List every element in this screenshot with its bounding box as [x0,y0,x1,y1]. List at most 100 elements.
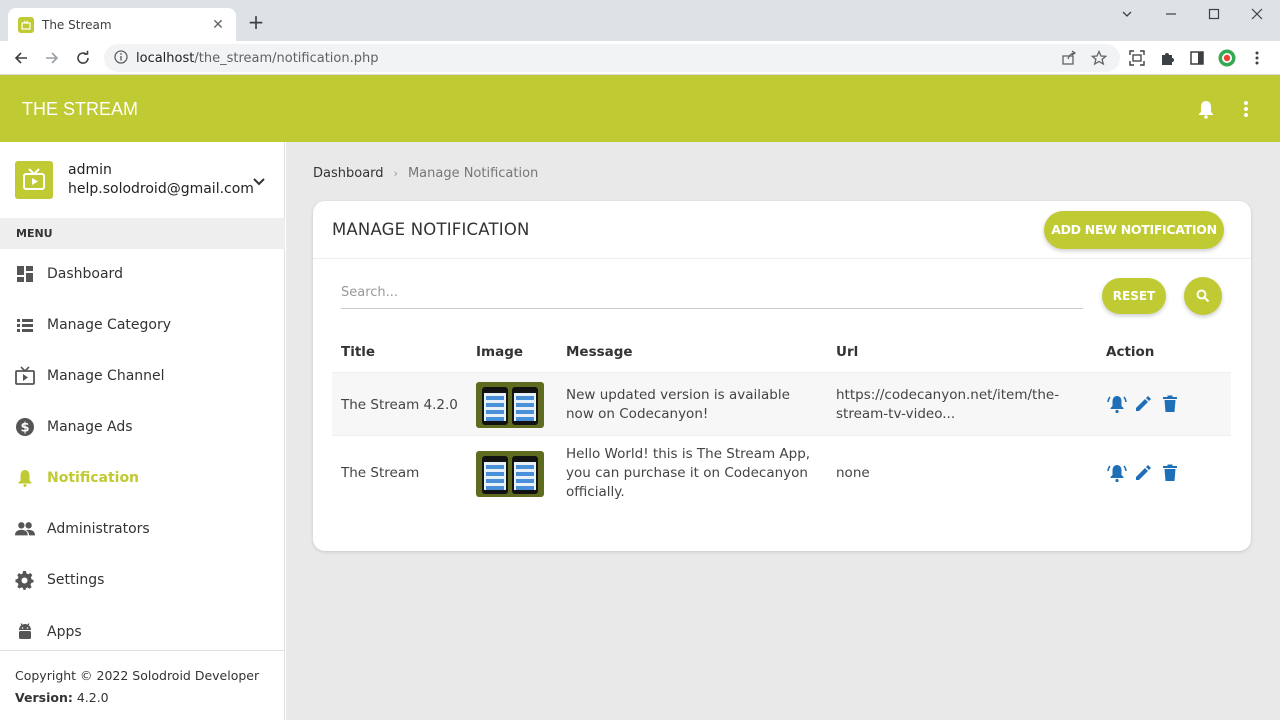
share-icon[interactable] [1060,49,1078,67]
url-path: /the_stream/notification.php [194,50,379,66]
divider [313,258,1251,259]
table-row: The Stream 4.2.0 New updated version is … [332,372,1231,436]
info-icon[interactable] [114,49,128,68]
notification-bell-icon[interactable] [1196,99,1216,119]
menu-header: MENU [0,218,285,249]
tv-icon [15,366,35,386]
profile-icon[interactable] [1218,49,1236,67]
notification-image [476,451,544,497]
row-message: Hello World! this is The Stream App, you… [566,446,811,500]
sidebar-item-label: Manage Ads [47,419,133,435]
breadcrumb-separator-icon: › [393,167,398,180]
search-button[interactable] [1184,277,1222,315]
send-notification-icon[interactable] [1106,462,1128,484]
table-row: The Stream Hello World! this is The Stre… [332,442,1231,506]
sidebar-item-dashboard[interactable]: Dashboard [0,254,285,294]
row-url: none [836,465,870,481]
list-icon [15,315,35,335]
edit-icon[interactable] [1132,462,1154,484]
android-icon [15,622,35,642]
bookmark-star-icon[interactable] [1090,49,1108,67]
sidebar-item-manage-category[interactable]: Manage Category [0,305,285,345]
svg-text:$: $ [20,421,29,436]
people-icon [15,519,35,539]
sidebar-item-manage-ads[interactable]: $ Manage Ads [0,407,285,447]
close-window-icon[interactable] [1247,8,1267,24]
edit-icon[interactable] [1132,393,1154,415]
breadcrumb-home[interactable]: Dashboard [313,166,384,181]
row-title: The Stream 4.2.0 [341,397,458,413]
user-name: admin [68,162,112,178]
user-info: admin help.solodroid@gmail.com [0,142,285,218]
sidebar-footer: Copyright © 2022 Solodroid Developer Ver… [0,650,285,720]
tv-avatar-icon [15,161,53,199]
notification-card: MANAGE NOTIFICATION ADD NEW NOTIFICATION… [313,201,1251,551]
row-message: New updated version is available now on … [566,387,790,422]
sidebar-item-manage-channel[interactable]: Manage Channel [0,356,285,396]
sidebar-item-apps[interactable]: Apps [0,612,285,652]
notification-image [476,382,544,428]
user-email: help.solodroid@gmail.com [68,181,254,197]
extensions-icon[interactable] [1158,49,1176,67]
sidebar-item-label: Manage Category [47,317,172,333]
dashboard-icon [15,264,35,284]
send-notification-icon[interactable] [1106,393,1128,415]
gear-icon [15,570,35,590]
sidebar-item-label: Settings [47,572,105,588]
chevron-down-icon[interactable] [1117,8,1137,24]
browser-toolbar: localhost/the_stream/notification.php [0,41,1280,75]
add-notification-button[interactable]: ADD NEW NOTIFICATION [1044,211,1224,249]
copyright-text: Copyright © 2022 Solodroid Developer [15,668,260,683]
address-bar[interactable]: localhost/the_stream/notification.php [104,44,1120,72]
row-url: https://codecanyon.net/item/the-stream-t… [836,387,1060,422]
reload-icon[interactable] [72,47,94,69]
column-header-title: Title [341,344,376,360]
app-header: THE STREAM [0,75,1280,142]
page-title: MANAGE NOTIFICATION [332,220,530,239]
delete-icon[interactable] [1159,462,1181,484]
browser-tab-strip: The Stream ✕ + [0,0,1280,41]
main-content: Dashboard › Manage Notification MANAGE N… [286,142,1280,720]
bell-icon [15,468,35,488]
browser-menu-icon[interactable] [1248,49,1266,67]
sidebar-item-label: Manage Channel [47,368,165,384]
search-input[interactable] [341,277,1083,309]
tab-title: The Stream [42,17,112,32]
close-tab-icon[interactable]: ✕ [210,17,226,33]
version-label: Version: [15,690,73,705]
more-options-icon[interactable] [1236,99,1256,119]
reset-button[interactable]: RESET [1102,278,1166,314]
maximize-icon[interactable] [1204,8,1224,24]
url-text: localhost/the_stream/notification.php [136,51,379,66]
version-value: 4.2.0 [76,690,109,705]
sidebar-item-settings[interactable]: Settings [0,560,285,600]
breadcrumb: Dashboard › Manage Notification [313,166,538,181]
column-header-image: Image [476,344,524,360]
delete-icon[interactable] [1159,393,1181,415]
user-dropdown-chevron-icon[interactable] [252,174,266,188]
forward-icon[interactable] [41,47,63,69]
column-header-action: Action [1106,344,1155,360]
side-panel-icon[interactable] [1188,49,1206,67]
new-tab-icon[interactable]: + [246,12,266,32]
sidebar-item-notification[interactable]: Notification [0,458,285,498]
minimize-icon[interactable] [1161,8,1181,24]
back-icon[interactable] [10,47,32,69]
sidebar-item-administrators[interactable]: Administrators [0,509,285,549]
sidebar-item-label: Apps [47,624,82,640]
search-icon [1196,289,1210,303]
dollar-icon: $ [15,417,35,437]
sidebar: admin help.solodroid@gmail.com MENU Dash… [0,142,285,720]
sidebar-item-label: Dashboard [47,266,123,282]
browser-tab[interactable]: The Stream ✕ [8,8,236,41]
app-title[interactable]: THE STREAM [22,99,138,120]
row-title: The Stream [341,465,420,481]
column-header-url: Url [836,344,859,360]
version-line: Version: 4.2.0 [15,687,270,709]
sidebar-item-label: Notification [47,470,140,486]
screenshot-icon[interactable] [1128,49,1146,67]
breadcrumb-current: Manage Notification [407,166,539,181]
column-header-message: Message [566,344,633,360]
sidebar-item-label: Administrators [47,521,150,537]
url-host: localhost [136,50,195,66]
